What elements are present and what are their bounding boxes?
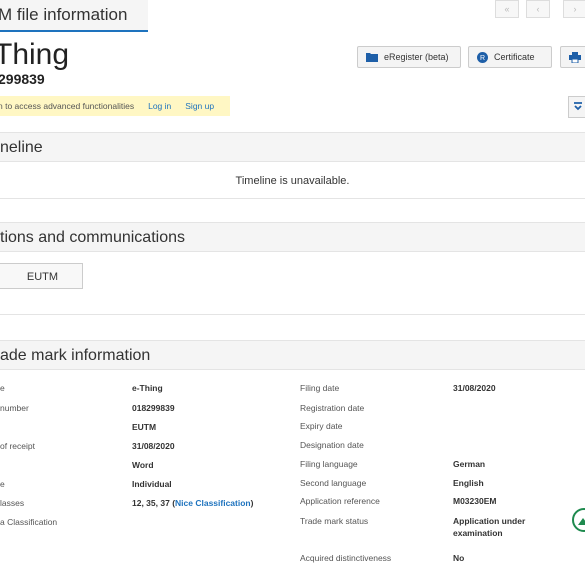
publications-title: tions and communications <box>0 229 185 246</box>
field-label: Registration date <box>300 403 365 413</box>
signup-link[interactable]: Sign up <box>185 101 214 111</box>
field-value: 31/08/2020 <box>132 441 175 451</box>
tab-file-information[interactable]: M file information <box>0 0 148 32</box>
notice-text: n to access advanced functionalities <box>0 101 135 111</box>
chevron-down-icon <box>574 102 582 111</box>
tab-label: M file information <box>0 5 128 24</box>
eutm-button[interactable]: EUTM <box>0 263 83 289</box>
trade-mark-info-body <box>0 370 585 585</box>
field-value: No <box>453 553 465 563</box>
field-label: Acquired distinctiveness <box>300 553 392 563</box>
login-notice: n to access advanced functionalities Log… <box>0 96 230 116</box>
field-value: Individual <box>132 479 172 489</box>
page-title: Thing <box>0 38 70 71</box>
folder-icon <box>366 53 378 62</box>
svg-text:R: R <box>480 55 485 62</box>
field-value: EUTM <box>132 422 157 432</box>
field-label: Filing language <box>300 459 358 469</box>
timeline-section-header[interactable]: neline <box>0 132 585 162</box>
publications-section-header[interactable]: tions and communications <box>0 222 585 252</box>
expand-button[interactable] <box>568 96 585 118</box>
nice-classes-value: 12, 35, 37 (Nice Classification) <box>132 498 254 508</box>
field-label: e <box>0 479 5 489</box>
field-value: M03230EM <box>453 496 497 506</box>
print-button[interactable] <box>560 46 585 68</box>
field-value: Word <box>132 460 154 470</box>
field-value: 31/08/2020 <box>453 383 496 393</box>
field-value: examination <box>453 528 503 538</box>
eutm-label: EUTM <box>26 271 59 283</box>
field-value: German <box>453 459 486 469</box>
field-label: Second language <box>300 478 367 488</box>
field-label: e <box>0 383 5 393</box>
certificate-button[interactable]: R Certificate <box>468 46 552 68</box>
field-label: Filing date <box>300 383 340 393</box>
field-label: Trade mark status <box>300 516 369 526</box>
eregister-button[interactable]: eRegister (beta) <box>357 46 461 68</box>
field-value: e-Thing <box>132 383 163 393</box>
classes-numbers: 12, 35, 37 <box>132 498 170 508</box>
status-icon[interactable] <box>572 508 585 532</box>
next-page-button[interactable]: › <box>563 0 585 18</box>
login-link[interactable]: Log in <box>148 101 171 111</box>
certificate-icon: R <box>477 51 488 63</box>
field-label: number <box>0 403 29 413</box>
trade-mark-info-title: ade mark information <box>0 347 151 364</box>
field-label: of receipt <box>0 441 35 451</box>
field-label: lasses <box>0 498 25 508</box>
print-icon <box>569 51 581 63</box>
trade-mark-number: 299839 <box>0 71 45 87</box>
field-label: Expiry date <box>300 421 343 431</box>
trade-mark-info-section-header[interactable]: ade mark information <box>0 340 585 370</box>
first-page-button[interactable]: « <box>495 0 519 18</box>
publications-section-body <box>0 252 585 315</box>
previous-page-button[interactable]: ‹ <box>526 0 550 18</box>
certificate-label: Certificate <box>494 52 535 62</box>
field-value: English <box>453 478 484 488</box>
nice-classification-link[interactable]: Nice Classification <box>175 498 251 508</box>
field-value: Application under <box>453 516 526 526</box>
field-label: Designation date <box>300 440 364 450</box>
field-label: a Classification <box>0 517 58 527</box>
eregister-label: eRegister (beta) <box>384 52 449 62</box>
mountain-icon <box>578 518 585 525</box>
field-label: Application reference <box>300 496 380 506</box>
timeline-message: Timeline is unavailable. <box>235 175 350 187</box>
timeline-title: neline <box>0 139 43 156</box>
field-value: 018299839 <box>132 403 175 413</box>
